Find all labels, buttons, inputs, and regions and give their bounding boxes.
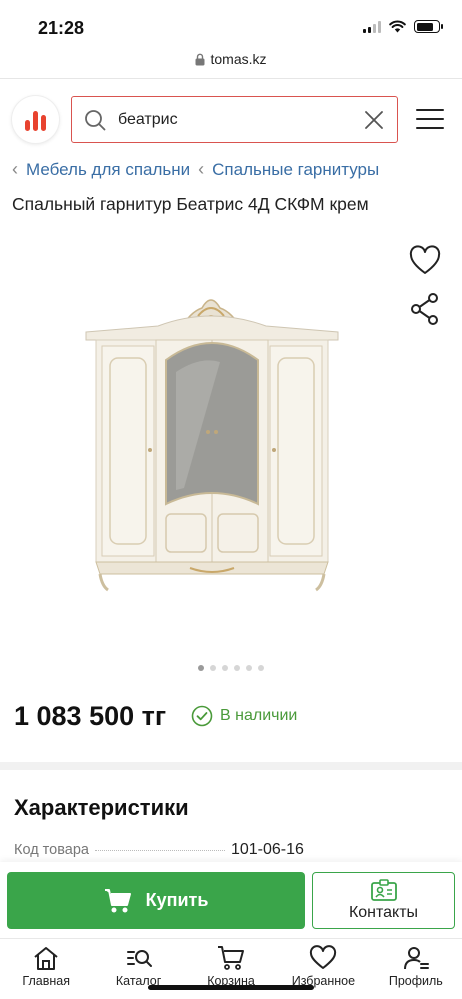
lock-icon [195, 53, 205, 65]
breadcrumb-label[interactable]: Мебель для спальни [26, 160, 190, 180]
gallery-dot[interactable] [258, 665, 264, 671]
close-icon[interactable] [363, 109, 385, 131]
product-gallery[interactable] [0, 228, 462, 668]
availability-text: В наличии [220, 707, 298, 724]
status-bar: 21:28 [0, 0, 462, 44]
profile-icon [403, 947, 429, 970]
search-input[interactable] [118, 110, 363, 129]
contacts-button-label: Контакты [348, 904, 419, 921]
gallery-dot[interactable] [198, 665, 204, 671]
nav-item-profile[interactable]: Профиль [370, 939, 462, 999]
check-circle-icon [191, 705, 213, 727]
share-icon[interactable] [408, 292, 442, 326]
purchase-bar: Купить Контакты [0, 862, 462, 938]
gallery-dot[interactable] [234, 665, 240, 671]
url-text: tomas.kz [210, 51, 267, 67]
home-indicator [148, 985, 314, 990]
home-icon [34, 947, 58, 970]
gallery-dot[interactable] [210, 665, 216, 671]
nav-label: Главная [22, 974, 70, 988]
battery-icon [414, 20, 443, 33]
divider [0, 78, 462, 79]
wifi-icon [389, 20, 406, 33]
chevron-left-icon: ‹ [198, 159, 205, 179]
cellular-signal-icon [363, 20, 381, 33]
nav-item-favorites[interactable]: Избранное [277, 939, 369, 999]
nav-item-catalog[interactable]: Каталог [92, 939, 184, 999]
breadcrumb-item[interactable]: ‹ Мебель для спальни [12, 159, 190, 180]
section-divider [0, 762, 462, 770]
cart-icon [104, 888, 131, 912]
characteristics-title: Характеристики [14, 795, 189, 820]
status-icons [363, 20, 443, 33]
breadcrumb-item[interactable]: ‹ Спальные гарнитуры [198, 159, 379, 180]
nav-label: Профиль [388, 974, 443, 988]
spec-value: 101-06-16 [230, 841, 304, 858]
heart-icon[interactable] [408, 244, 442, 278]
battery-level [416, 22, 434, 31]
contacts-button[interactable]: Контакты [312, 872, 455, 929]
contact-card-icon [370, 879, 397, 901]
tomas-logo-icon[interactable] [12, 96, 59, 143]
cart-icon [218, 946, 245, 970]
nav-item-home[interactable]: Главная [0, 939, 92, 999]
search-box[interactable] [71, 96, 398, 143]
spec-label: Код товара [14, 842, 89, 858]
status-time: 21:28 [38, 18, 85, 38]
buy-button-label: Купить [145, 890, 209, 910]
wardrobe-image[interactable] [80, 292, 342, 592]
gallery-dot[interactable] [246, 665, 252, 671]
product-price: 1 083 500 тг [14, 701, 167, 731]
breadcrumb: ‹ Мебель для спальни ‹ Спальные гарнитур… [12, 159, 379, 180]
gallery-dot[interactable] [222, 665, 228, 671]
search-icon[interactable] [84, 109, 106, 131]
spec-row: Код товара 101-06-16 [14, 841, 434, 859]
chevron-left-icon: ‹ [12, 159, 18, 179]
breadcrumb-label[interactable]: Спальные гарнитуры [212, 160, 379, 180]
nav-item-cart[interactable]: Корзина [185, 939, 277, 999]
product-title: Спальный гарнитур Беатрис 4Д СКФМ крем [12, 194, 369, 214]
heart-icon [310, 945, 337, 969]
gallery-pagination[interactable] [0, 665, 462, 671]
hamburger-menu-icon[interactable] [416, 109, 444, 129]
catalog-search-icon [126, 950, 152, 967]
availability-status: В наличии [191, 705, 297, 727]
address-bar[interactable]: tomas.kz [0, 48, 462, 70]
buy-button[interactable]: Купить [7, 872, 305, 929]
spec-leader [94, 850, 225, 851]
